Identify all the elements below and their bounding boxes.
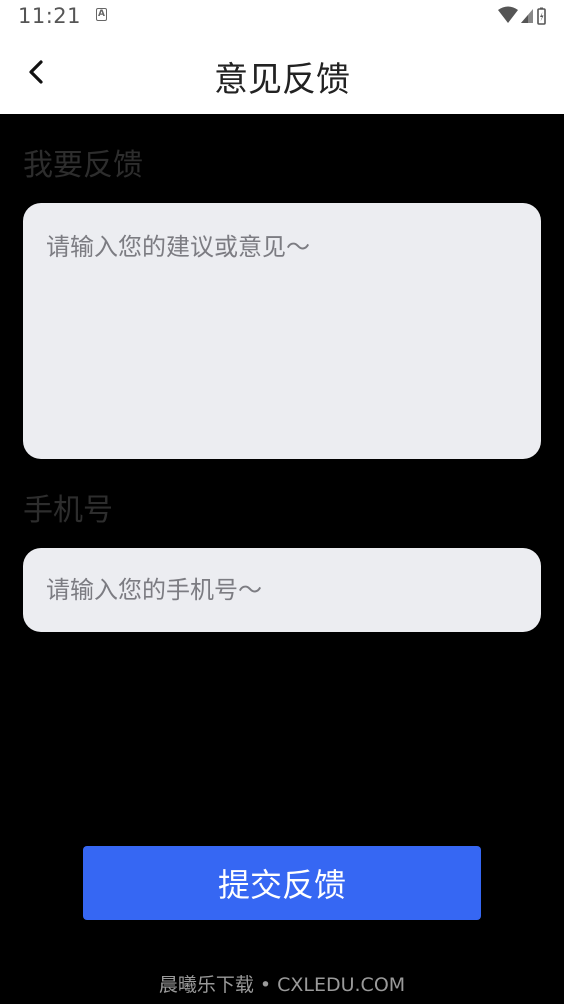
feedback-textarea[interactable] xyxy=(23,203,541,459)
submit-feedback-button[interactable]: 提交反馈 xyxy=(83,846,481,920)
app-header: 意见反馈 xyxy=(0,32,564,114)
status-bar: 11:21 A xyxy=(0,0,564,32)
wifi-icon xyxy=(498,6,518,23)
phone-label: 手机号 xyxy=(23,493,113,528)
battery-icon xyxy=(537,7,546,25)
status-time: 11:21 xyxy=(18,4,82,28)
phone-input[interactable] xyxy=(23,548,541,632)
page-title: 意见反馈 xyxy=(214,60,350,100)
feedback-label: 我要反馈 xyxy=(23,148,143,183)
watermark: 晨曦乐下载 • CXLEDU.COM xyxy=(158,974,406,996)
signal-icon xyxy=(521,9,533,23)
status-icons xyxy=(498,6,548,30)
notification-icon: A xyxy=(96,8,107,21)
